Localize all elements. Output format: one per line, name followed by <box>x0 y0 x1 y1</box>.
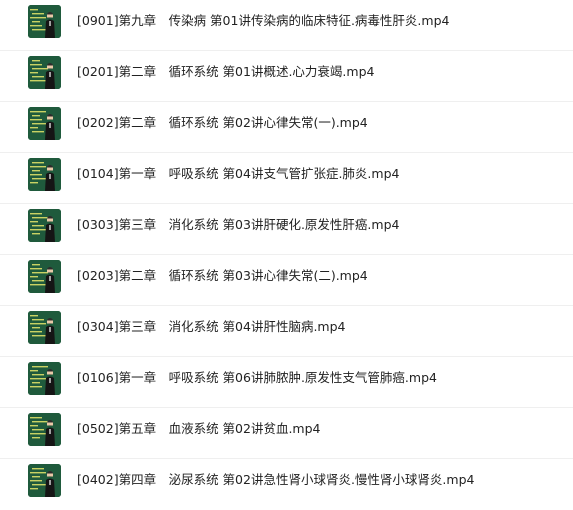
file-row[interactable]: [0402]第四章 泌尿系统 第02讲急性肾小球肾炎.慢性肾小球肾炎.mp4 <box>0 459 573 510</box>
video-thumbnail <box>28 464 61 497</box>
video-thumbnail <box>28 413 61 446</box>
video-thumbnail <box>28 260 61 293</box>
file-row[interactable]: [0901]第九章 传染病 第01讲传染病的临床特征.病毒性肝炎.mp4 <box>0 0 573 51</box>
file-name: [0202]第二章 循环系统 第02讲心律失常(一).mp4 <box>77 115 368 130</box>
file-list: [0901]第九章 传染病 第01讲传染病的临床特征.病毒性肝炎.mp4 [02… <box>0 0 573 497</box>
file-row[interactable]: [0304]第三章 消化系统 第04讲肝性脑病.mp4 <box>0 306 573 357</box>
file-name: [0402]第四章 泌尿系统 第02讲急性肾小球肾炎.慢性肾小球肾炎.mp4 <box>77 472 475 487</box>
video-thumbnail <box>28 209 61 242</box>
file-row[interactable]: [0202]第二章 循环系统 第02讲心律失常(一).mp4 <box>0 102 573 153</box>
file-row[interactable]: [0203]第二章 循环系统 第03讲心律失常(二).mp4 <box>0 255 573 306</box>
video-thumbnail <box>28 107 61 140</box>
file-row[interactable]: [0303]第三章 消化系统 第03讲肝硬化.原发性肝癌.mp4 <box>0 204 573 255</box>
video-thumbnail <box>28 158 61 191</box>
video-thumbnail <box>28 5 61 38</box>
file-name: [0304]第三章 消化系统 第04讲肝性脑病.mp4 <box>77 319 346 334</box>
file-name: [0106]第一章 呼吸系统 第06讲肺脓肿.原发性支气管肺癌.mp4 <box>77 370 437 385</box>
file-row[interactable]: [0502]第五章 血液系统 第02讲贫血.mp4 <box>0 408 573 459</box>
file-row[interactable]: [0106]第一章 呼吸系统 第06讲肺脓肿.原发性支气管肺癌.mp4 <box>0 357 573 408</box>
video-thumbnail <box>28 56 61 89</box>
file-name: [0901]第九章 传染病 第01讲传染病的临床特征.病毒性肝炎.mp4 <box>77 13 450 28</box>
file-name: [0104]第一章 呼吸系统 第04讲支气管扩张症.肺炎.mp4 <box>77 166 400 181</box>
video-thumbnail <box>28 311 61 344</box>
file-name: [0201]第二章 循环系统 第01讲概述.心力衰竭.mp4 <box>77 64 375 79</box>
file-row[interactable]: [0104]第一章 呼吸系统 第04讲支气管扩张症.肺炎.mp4 <box>0 153 573 204</box>
video-thumbnail <box>28 362 61 395</box>
file-name: [0502]第五章 血液系统 第02讲贫血.mp4 <box>77 421 321 436</box>
file-row[interactable]: [0201]第二章 循环系统 第01讲概述.心力衰竭.mp4 <box>0 51 573 102</box>
file-name: [0303]第三章 消化系统 第03讲肝硬化.原发性肝癌.mp4 <box>77 217 400 232</box>
file-name: [0203]第二章 循环系统 第03讲心律失常(二).mp4 <box>77 268 368 283</box>
